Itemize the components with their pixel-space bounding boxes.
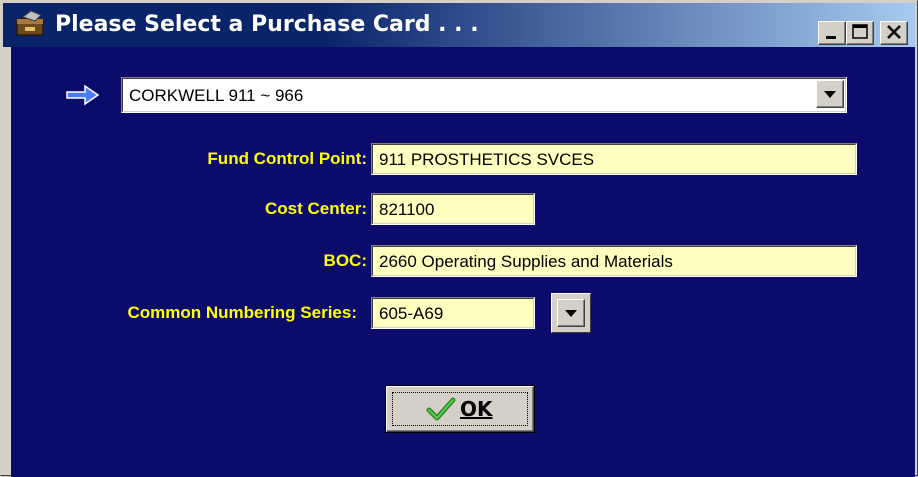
cost-center-field[interactable]: 821100	[371, 193, 535, 225]
maximize-button[interactable]	[846, 21, 874, 45]
boc-value: 2660 Operating Supplies and Materials	[372, 246, 856, 276]
dialog-body: CORKWELL 911 ~ 966 Fund Control Point: 9…	[11, 47, 915, 477]
close-icon	[887, 25, 901, 39]
minimize-icon	[826, 36, 836, 39]
cost-center-label: Cost Center:	[264, 199, 367, 218]
minimize-button[interactable]	[818, 21, 846, 45]
checkmark-icon	[426, 397, 456, 421]
purchase-card-dropdown-button[interactable]	[816, 80, 844, 108]
chevron-down-icon	[824, 91, 836, 98]
app-icon	[16, 10, 44, 36]
purchase-card-select[interactable]: CORKWELL 911 ~ 966	[121, 77, 847, 113]
boc-label: BOC:	[323, 251, 367, 270]
fund-control-point-label: Fund Control Point:	[207, 149, 367, 168]
ok-button-label: OK	[460, 397, 493, 421]
common-numbering-series-label: Common Numbering Series:	[127, 303, 357, 322]
fund-control-point-field[interactable]: 911 PROSTHETICS SVCES	[371, 143, 857, 175]
chevron-down-icon	[565, 310, 577, 317]
right-arrow-icon	[66, 84, 100, 106]
common-numbering-series-field[interactable]: 605-A69	[371, 297, 535, 329]
close-button[interactable]	[880, 21, 908, 45]
fund-control-point-value: 911 PROSTHETICS SVCES	[372, 144, 856, 174]
common-numbering-series-value: 605-A69	[372, 298, 534, 328]
boc-field[interactable]: 2660 Operating Supplies and Materials	[371, 245, 857, 277]
common-numbering-series-dropdown-button[interactable]	[551, 293, 591, 333]
cost-center-value: 821100	[372, 194, 534, 224]
purchase-card-dialog: Please Select a Purchase Card . . . CORK…	[0, 0, 918, 477]
title-bar[interactable]: Please Select a Purchase Card . . .	[3, 3, 915, 47]
purchase-card-value: CORKWELL 911 ~ 966	[129, 86, 304, 105]
window-title: Please Select a Purchase Card . . .	[55, 12, 479, 37]
ok-button[interactable]: OK	[385, 385, 535, 433]
maximize-icon	[852, 24, 868, 39]
